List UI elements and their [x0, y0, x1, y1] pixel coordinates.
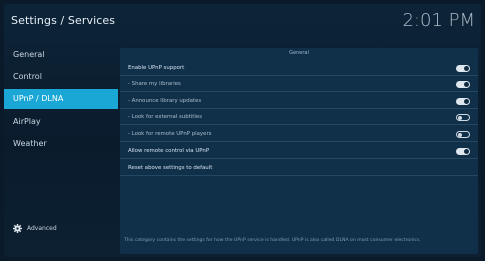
- setting-enable-upnp[interactable]: Enable UPnP support: [120, 62, 478, 76]
- sidebar-item-general[interactable]: General: [4, 45, 118, 65]
- sidebar-item-airplay[interactable]: AirPlay: [4, 112, 118, 132]
- toggle-switch[interactable]: [456, 81, 470, 88]
- help-text: This category contains the settings for …: [124, 238, 421, 243]
- gear-icon: [13, 224, 22, 233]
- setting-external-subtitles[interactable]: - Look for external subtitles: [120, 111, 478, 125]
- setting-label: Reset above settings to default: [128, 165, 213, 171]
- setting-label: - Share my libraries: [128, 81, 181, 87]
- section-header: General: [289, 50, 309, 56]
- clock: 2:01 PM: [402, 10, 475, 31]
- toggle-switch[interactable]: [456, 114, 470, 121]
- sidebar: General Control UPnP / DLNA AirPlay Weat…: [4, 42, 118, 257]
- setting-share-libraries[interactable]: - Share my libraries: [120, 78, 478, 92]
- page-title: Settings / Services: [11, 14, 116, 27]
- reset-settings-button[interactable]: Reset above settings to default: [120, 162, 478, 176]
- setting-label: - Look for remote UPnP players: [128, 131, 212, 137]
- settings-window: Settings / Services 2:01 PM General Cont…: [4, 4, 481, 257]
- setting-remote-control[interactable]: Allow remote control via UPnP: [120, 145, 478, 159]
- sidebar-item-upnp-dlna[interactable]: UPnP / DLNA: [4, 89, 118, 109]
- sidebar-item-control[interactable]: Control: [4, 67, 118, 87]
- advanced-settings-button[interactable]: Advanced: [13, 224, 57, 233]
- toggle-switch[interactable]: [456, 148, 470, 155]
- setting-label: - Announce library updates: [128, 98, 202, 104]
- toggle-switch[interactable]: [456, 65, 470, 72]
- advanced-label: Advanced: [27, 225, 57, 232]
- setting-label: Enable UPnP support: [128, 65, 185, 71]
- top-bar: Settings / Services 2:01 PM: [4, 4, 481, 38]
- setting-label: - Look for external subtitles: [128, 114, 203, 120]
- toggle-switch[interactable]: [456, 98, 470, 105]
- toggle-switch[interactable]: [456, 131, 470, 138]
- setting-label: Allow remote control via UPnP: [128, 148, 210, 154]
- settings-panel: General Enable UPnP support - Share my l…: [120, 48, 478, 254]
- setting-announce-updates[interactable]: - Announce library updates: [120, 95, 478, 109]
- setting-remote-players[interactable]: - Look for remote UPnP players: [120, 128, 478, 142]
- sidebar-item-weather[interactable]: Weather: [4, 134, 118, 154]
